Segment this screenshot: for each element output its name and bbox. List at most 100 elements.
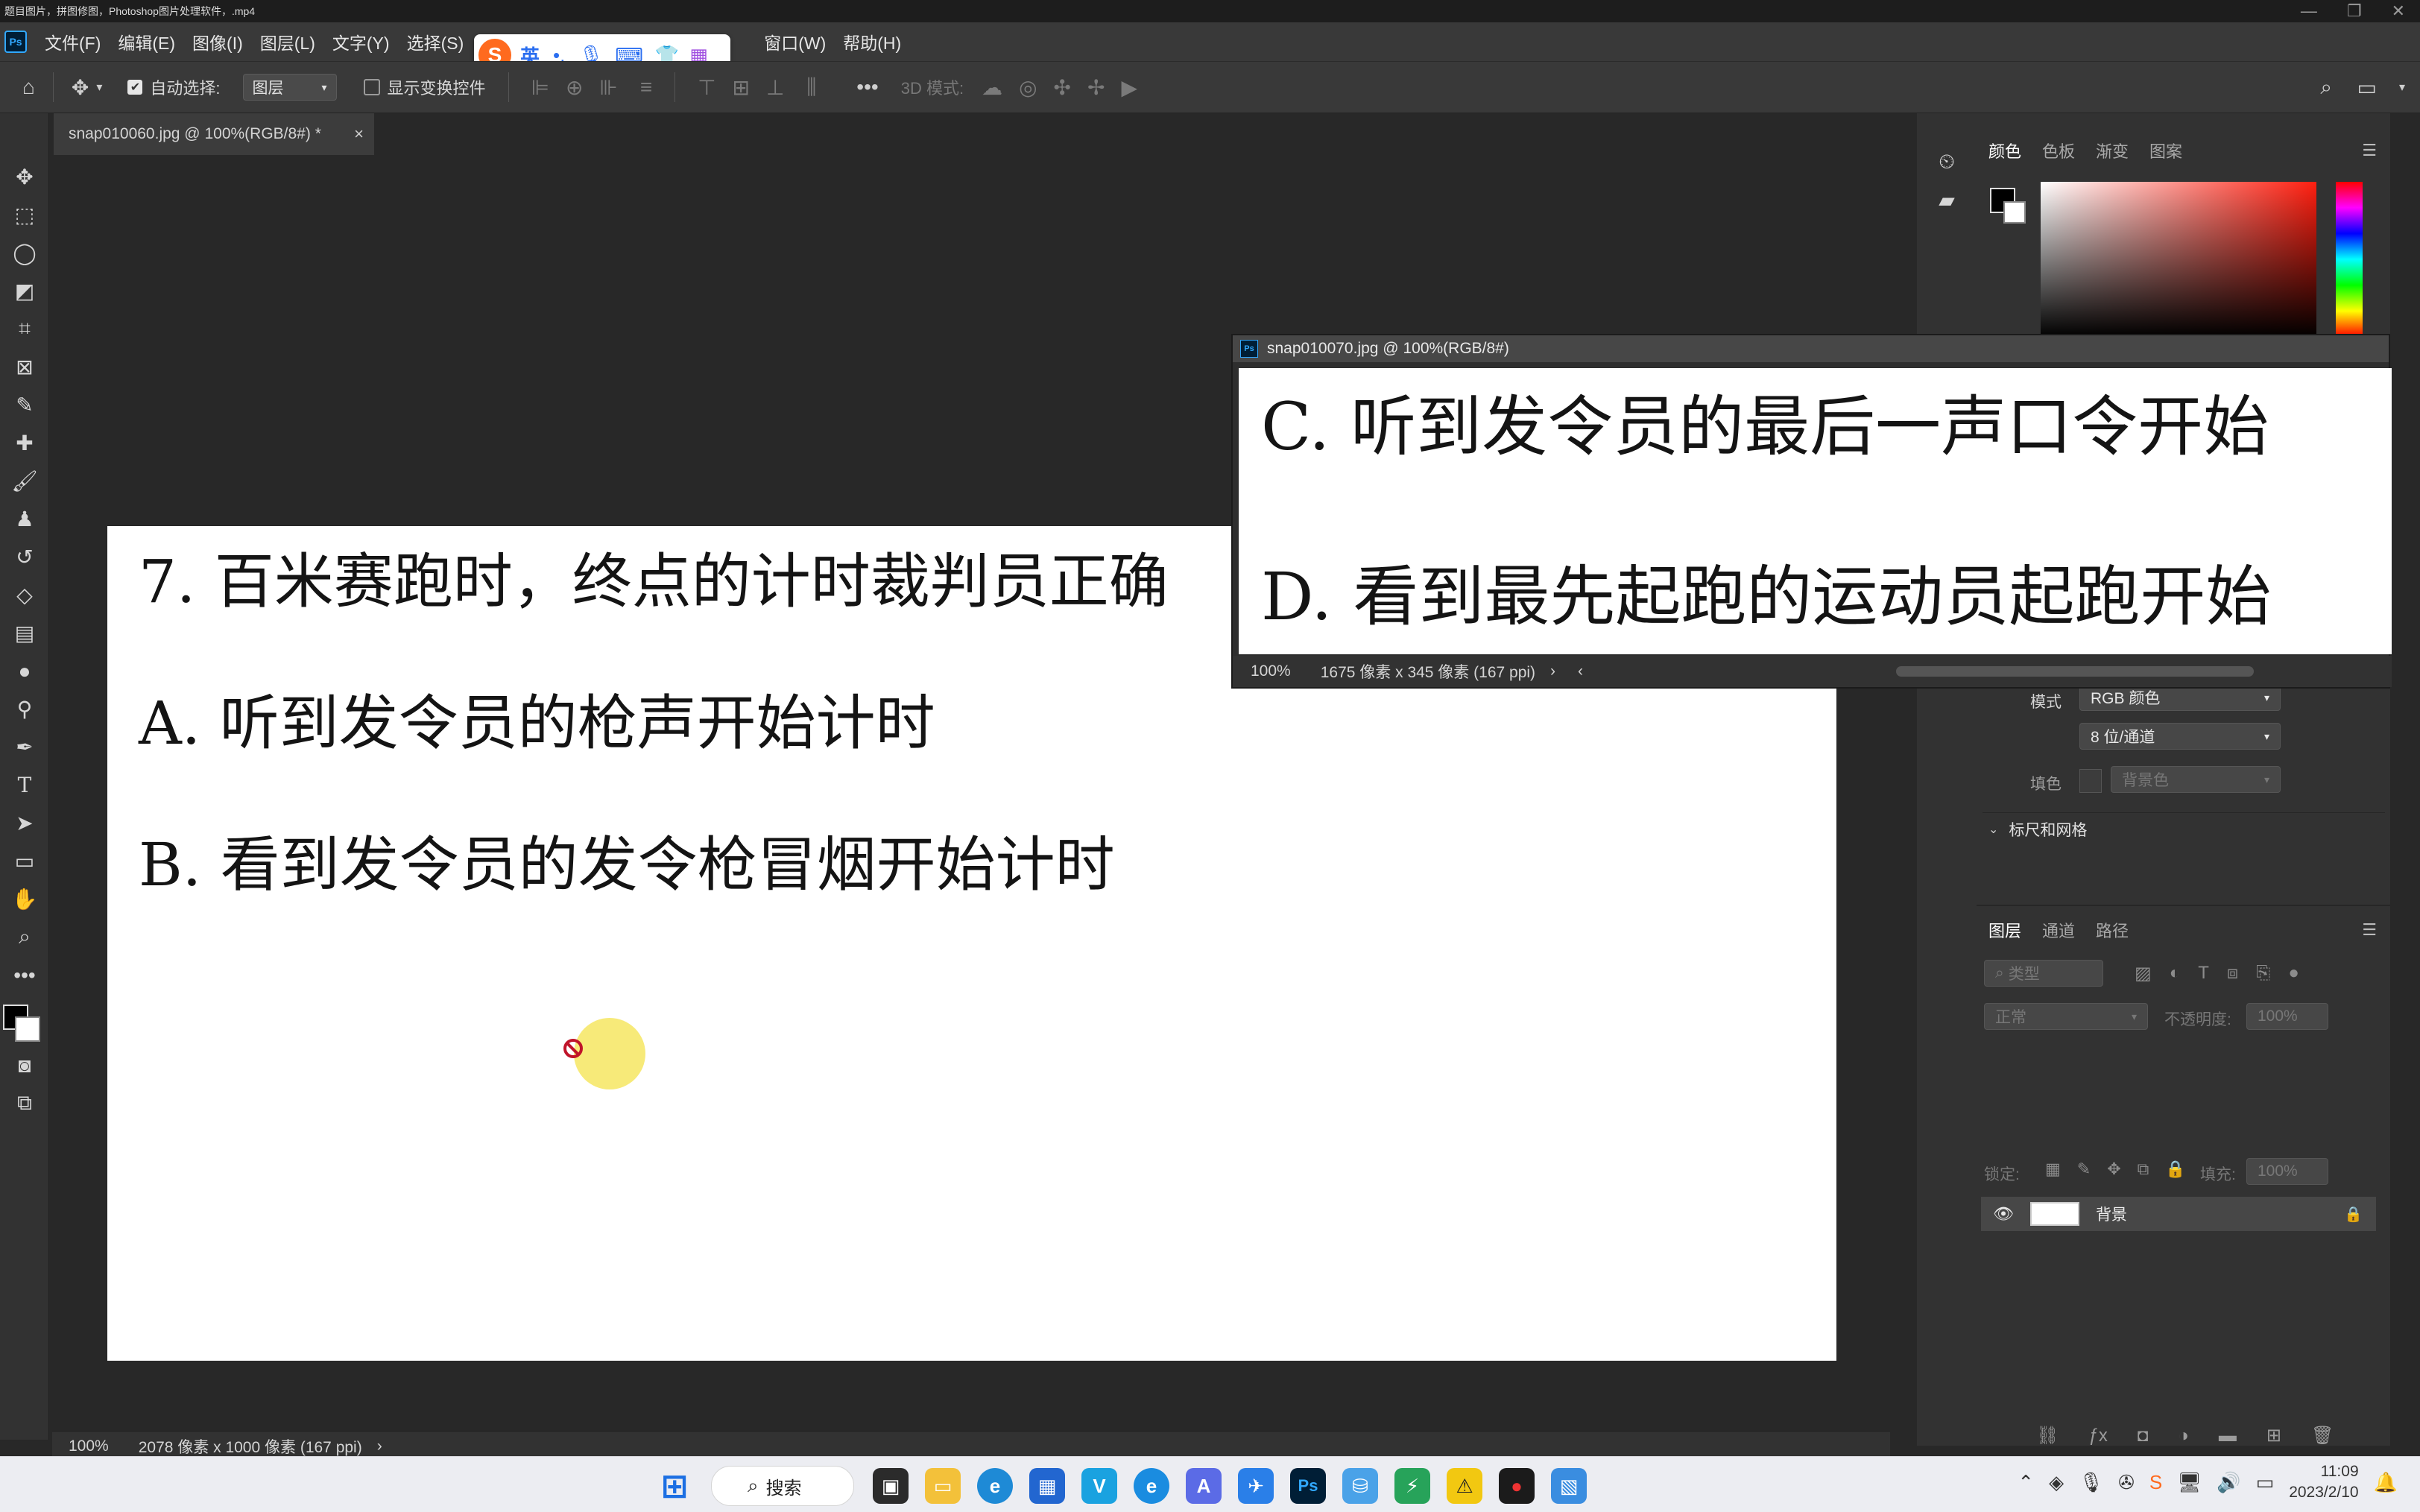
floating-window-titlebar[interactable]: Ps snap010070.jpg @ 100%(RGB/8#)	[1233, 335, 2389, 362]
workspace-icon[interactable]: ▭	[2357, 75, 2377, 100]
chevron-down-icon[interactable]: ▾	[2399, 80, 2405, 95]
image-filter-icon[interactable]: ▨	[2135, 963, 2152, 984]
file-explorer-icon[interactable]: ▭	[925, 1468, 961, 1504]
background-color-swatch[interactable]	[2003, 201, 2026, 224]
tab-layers[interactable]: 图层	[1988, 918, 2021, 942]
fill-opacity-field[interactable]: 100%	[2246, 1158, 2328, 1185]
color-picker-field[interactable]	[2041, 182, 2316, 337]
frame-tool-icon[interactable]: ⊠	[0, 348, 49, 386]
more-options-icon[interactable]: •••	[856, 75, 878, 99]
fill-swatch[interactable]	[2079, 769, 2102, 793]
restore-icon[interactable]: ❐	[2347, 0, 2362, 22]
comments-icon[interactable]: ▰	[1917, 181, 1977, 219]
menu-type[interactable]: 文字(Y)	[332, 29, 390, 54]
close-icon[interactable]: ✕	[2392, 0, 2405, 22]
chevron-right-icon[interactable]: ›	[1550, 662, 1555, 680]
distribute-icon[interactable]: ≡	[640, 75, 652, 99]
vpn-icon[interactable]: V	[1081, 1468, 1117, 1504]
floating-document-window[interactable]: Ps snap010070.jpg @ 100%(RGB/8#) C. 听到发令…	[1231, 334, 2392, 689]
home-icon[interactable]: ⌂	[22, 75, 35, 99]
menu-layer[interactable]: 图层(L)	[260, 29, 315, 54]
app-a-icon[interactable]: A	[1186, 1468, 1222, 1504]
hand-tool-icon[interactable]: ✋	[0, 880, 49, 918]
delete-layer-icon[interactable]: 🗑	[2311, 1425, 2334, 1446]
3d-slide-icon[interactable]: ✢	[1087, 75, 1105, 100]
menu-image[interactable]: 图像(I)	[192, 29, 243, 54]
ruler-grid-section[interactable]: ⌄ 标尺和网格	[1983, 812, 2385, 845]
network-app-icon[interactable]: ⛁	[1342, 1468, 1378, 1504]
tool-app-icon[interactable]: ⚡	[1394, 1468, 1430, 1504]
layer-filter-dropdown[interactable]: ⌕ 类型	[1984, 960, 2103, 987]
background-color-swatch[interactable]	[15, 1016, 40, 1042]
clock[interactable]: 11:09 2023/2/10	[2289, 1461, 2358, 1503]
tab-paths[interactable]: 路径	[2096, 918, 2129, 942]
history-brush-icon[interactable]: ↺	[0, 538, 49, 576]
crop-tool-icon[interactable]: ⌗	[0, 310, 49, 348]
search-icon[interactable]: ⌕	[2320, 75, 2332, 100]
zoom-tool-icon[interactable]: ⌕	[0, 918, 49, 956]
microphone-icon[interactable]: 🎙	[2079, 1471, 2103, 1494]
pen-tool-icon[interactable]: ✒	[0, 728, 49, 766]
type-tool-icon[interactable]: T	[0, 766, 49, 804]
fill-dropdown[interactable]: 背景色 ▾	[2111, 766, 2281, 793]
volume-icon[interactable]: 🔊	[2217, 1471, 2240, 1494]
healing-brush-icon[interactable]: ✚	[0, 424, 49, 462]
type-filter-icon[interactable]: T	[2198, 963, 2209, 984]
brush-tool-icon[interactable]: 🖌	[0, 462, 49, 500]
lock-transparency-icon[interactable]: ▦	[2045, 1160, 2061, 1179]
layer-effects-icon[interactable]: ƒx	[2088, 1426, 2107, 1446]
taskbar-search[interactable]: ⌕ 搜索	[711, 1466, 854, 1506]
tray-tool-icon[interactable]: ✇	[2118, 1471, 2135, 1494]
smart-object-filter-icon[interactable]: ⎘	[2256, 963, 2270, 984]
opacity-field[interactable]: 100%	[2246, 1003, 2328, 1030]
tray-app-icon[interactable]: ◈	[2049, 1471, 2064, 1494]
bit-depth-dropdown[interactable]: 8 位/通道 ▾	[2079, 723, 2281, 750]
panel-menu-icon[interactable]: ☰	[2362, 920, 2377, 940]
blend-mode-dropdown[interactable]: 正常 ▾	[1984, 1003, 2148, 1030]
photoshop-icon[interactable]: Ps	[1290, 1468, 1326, 1504]
marquee-tool-icon[interactable]: ⬚	[0, 196, 49, 234]
chevron-down-icon[interactable]: ▾	[96, 80, 102, 95]
layer-mask-icon[interactable]: ◘	[2138, 1426, 2149, 1446]
dodge-tool-icon[interactable]: ⚲	[0, 690, 49, 728]
distribute-vertical-icon[interactable]: ⫼	[806, 75, 816, 100]
eraser-tool-icon[interactable]: ◇	[0, 576, 49, 614]
history-icon[interactable]: ⏲	[1917, 143, 1977, 181]
chevron-right-icon[interactable]: ›	[377, 1437, 382, 1455]
lock-position-icon[interactable]: ✥	[2107, 1160, 2120, 1179]
sogou-tray-icon[interactable]: S	[2149, 1471, 2162, 1494]
align-left-icon[interactable]: ⊫	[531, 75, 549, 100]
move-tool-icon[interactable]: ✥	[72, 75, 89, 100]
lock-icon[interactable]: 🔒	[2344, 1205, 2363, 1224]
menu-window[interactable]: 窗口(W)	[764, 29, 826, 54]
filter-toggle-icon[interactable]: ●	[2288, 963, 2299, 984]
auto-select-checkbox[interactable]: ✔	[127, 80, 143, 95]
zoom-level[interactable]: 100%	[69, 1437, 109, 1455]
lock-all-icon[interactable]: 🔒	[2165, 1160, 2185, 1179]
new-layer-icon[interactable]: ⊞	[2266, 1425, 2281, 1446]
eyedropper-tool-icon[interactable]: ✎	[0, 386, 49, 424]
align-right-icon[interactable]: ⊪	[599, 75, 617, 100]
align-bottom-icon[interactable]: ⊥	[766, 75, 784, 100]
shape-filter-icon[interactable]: ⧈	[2227, 963, 2238, 984]
floating-document-canvas[interactable]: C. 听到发令员的最后一声口令开始 D. 看到最先起跑的运动员起跑开始	[1239, 368, 2392, 654]
feishu-icon[interactable]: ✈	[1238, 1468, 1274, 1504]
menu-edit[interactable]: 编辑(E)	[118, 29, 175, 54]
gradient-tool-icon[interactable]: ▤	[0, 614, 49, 652]
lock-artboard-icon[interactable]: ⧉	[2138, 1160, 2149, 1179]
new-group-icon[interactable]: ▬	[2219, 1426, 2237, 1446]
move-tool-icon[interactable]: ✥	[0, 158, 49, 196]
document-tab[interactable]: snap010060.jpg @ 100%(RGB/8#) * ×	[54, 113, 374, 155]
close-icon[interactable]: ×	[354, 124, 364, 144]
3d-pan-icon[interactable]: ✣	[1054, 75, 1071, 100]
screen-mode-icon[interactable]: ⧉	[0, 1084, 49, 1122]
link-layers-icon[interactable]: ⛓	[2036, 1425, 2059, 1446]
align-center-icon[interactable]: ⊕	[566, 75, 583, 100]
align-middle-icon[interactable]: ⊞	[733, 75, 750, 100]
tab-color[interactable]: 颜色	[1988, 139, 2021, 162]
lasso-tool-icon[interactable]: ◯	[0, 234, 49, 272]
3d-roll-icon[interactable]: ◎	[1019, 75, 1037, 100]
tab-channels[interactable]: 通道	[2042, 918, 2075, 942]
stamp-tool-icon[interactable]: ♟	[0, 500, 49, 538]
minimize-icon[interactable]: —	[2301, 0, 2317, 22]
